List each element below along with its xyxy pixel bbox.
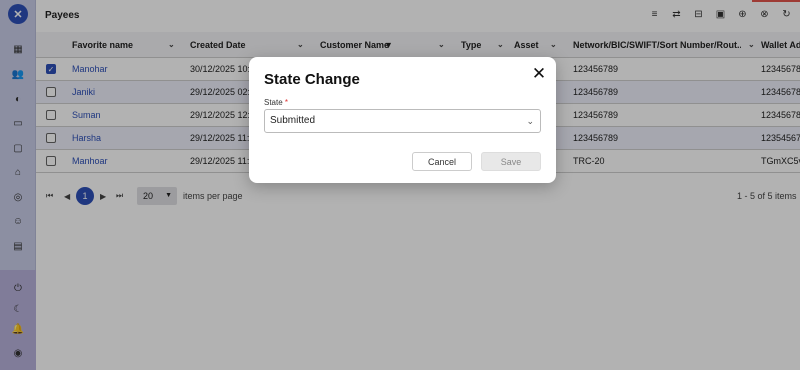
state-change-dialog: State Change ✕ State * Submitted ⌄ Cance… xyxy=(249,57,556,183)
modal-backdrop[interactable] xyxy=(0,0,800,370)
state-select[interactable]: Submitted ⌄ xyxy=(264,109,541,133)
cancel-button[interactable]: Cancel xyxy=(412,152,472,171)
close-icon[interactable]: ✕ xyxy=(531,65,547,82)
dialog-title: State Change xyxy=(264,71,360,88)
chevron-down-icon: ⌄ xyxy=(526,116,534,126)
state-label-text: State xyxy=(264,98,283,107)
state-field-label: State * xyxy=(264,98,288,107)
save-button[interactable]: Save xyxy=(481,152,541,171)
required-mark: * xyxy=(284,98,289,107)
state-select-value: Submitted xyxy=(270,115,316,126)
